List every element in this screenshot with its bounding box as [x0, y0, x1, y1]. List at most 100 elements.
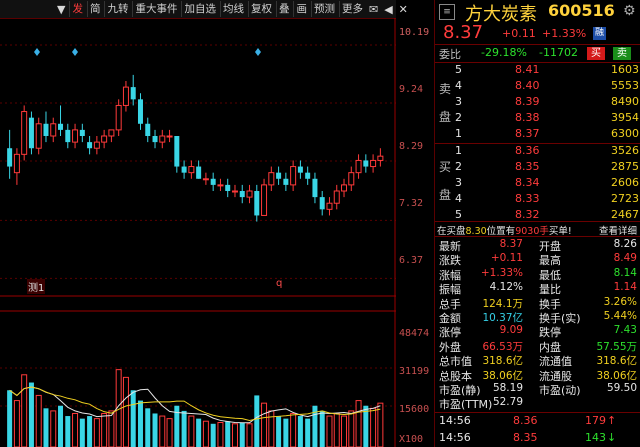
candle-body: [50, 123, 57, 137]
weibi-label: 委比: [439, 48, 461, 61]
volume-bar: [101, 412, 108, 447]
order-level: 1: [455, 144, 462, 157]
candle-body: [246, 190, 253, 198]
volume-ma-line: [9, 386, 381, 424]
large-order-notice[interactable]: 在买盘8.30位置有9030手买单!: [437, 223, 572, 237]
sell-button[interactable]: 卖: [613, 47, 631, 60]
candle-body: [122, 86, 129, 106]
stat-value: 8.26: [613, 238, 637, 250]
toolbar-button-predict[interactable]: 预测: [310, 1, 337, 17]
quote-panel: ≡ 方大炭素 600516 ⚙ 8.37 +0.11 +1.33% 融 委比 -…: [434, 0, 640, 447]
sell-order-row[interactable]: 1 8.37 6300: [435, 127, 640, 143]
chart-toolbar: ▼ 发 简 九转 重大事件 加自选 均线 复权 叠 画 预测 更多 ✉ ◀ ✕: [0, 0, 408, 19]
buy-button[interactable]: 买: [587, 47, 605, 60]
volume-bar: [50, 410, 57, 447]
buy-order-row[interactable]: 2 8.35 2875: [435, 160, 640, 176]
candle-body: [196, 166, 202, 179]
candle-body: [166, 135, 173, 138]
marker-label[interactable]: 测1: [27, 279, 46, 294]
toolbar-button-jiuzhuan[interactable]: 九转: [104, 1, 130, 17]
candle-body: [283, 178, 289, 185]
order-volume: 5553: [611, 79, 639, 92]
volume-bar: [181, 410, 187, 447]
marker-label[interactable]: q: [276, 278, 282, 289]
sell-order-row[interactable]: 5 8.41 1603: [435, 63, 640, 79]
stat-value: 8.14: [613, 266, 637, 279]
volume-axis-label: 31199: [399, 366, 430, 377]
toolbar-button-ma[interactable]: 均线: [219, 1, 246, 17]
volume-bar: [188, 415, 195, 447]
toolbar-button-overlay[interactable]: 叠: [275, 1, 292, 17]
candle-body: [355, 159, 362, 174]
toolbar-button-jian[interactable]: 简: [86, 1, 103, 17]
close-icon[interactable]: ✕: [396, 3, 411, 16]
sell-order-row[interactable]: 3 8.39 8490: [435, 95, 640, 111]
event-marker-icon: [72, 48, 78, 56]
order-price: 8.36: [515, 144, 540, 157]
toolbar-button-more[interactable]: 更多: [338, 1, 365, 17]
email-icon[interactable]: ✉: [366, 3, 381, 16]
order-level: 3: [455, 176, 462, 189]
order-volume: 2606: [611, 176, 639, 189]
sell-order-row[interactable]: 4 8.40 5553: [435, 79, 640, 95]
tick-direction-icon: ↑: [607, 414, 617, 427]
view-details-link[interactable]: 查看详细: [599, 223, 637, 237]
volume-bar: [370, 407, 377, 447]
volume-bar: [137, 400, 143, 447]
stat-row: 市盈(TTM) 52.79: [435, 396, 640, 411]
volume-bar: [348, 410, 355, 447]
order-level: 2: [455, 111, 462, 124]
toolbar-button-draw[interactable]: 画: [293, 1, 309, 17]
stat-value: 5.44%: [603, 310, 637, 322]
margin-badge: 融: [593, 27, 607, 40]
candle-body: [145, 123, 151, 136]
order-level: 5: [455, 63, 462, 76]
order-level: 2: [455, 160, 462, 173]
volume-bar: [210, 423, 216, 447]
toolbar-button-add-watchlist[interactable]: 加自选: [181, 1, 218, 17]
sell-order-row[interactable]: 2 8.38 3954: [435, 111, 640, 127]
order-level: 1: [455, 127, 462, 140]
buy-order-row[interactable]: 4 8.33 2723: [435, 192, 640, 208]
candle-body: [58, 123, 64, 130]
volume-bar: [239, 422, 245, 447]
candle-body: [130, 87, 136, 100]
volume-axis-label: 48474: [399, 328, 430, 339]
gear-icon[interactable]: ⚙: [623, 3, 636, 19]
volume-bar: [43, 408, 49, 447]
tick-volume: 179: [585, 414, 606, 427]
volume-bar: [21, 374, 28, 447]
volume-bar: [326, 415, 333, 447]
candle-body: [225, 184, 231, 191]
stat-row: 涨停 9.09 跌停 7.43: [435, 324, 640, 339]
buy-order-row[interactable]: 1 8.36 3526: [435, 144, 640, 160]
toolbar-button-adjust[interactable]: 复权: [247, 1, 274, 17]
order-volume: 2723: [611, 192, 639, 205]
volume-bar: [217, 422, 224, 447]
tick-volume: 143: [585, 431, 606, 444]
volume-bar: [254, 395, 260, 447]
candle-body: [370, 159, 377, 168]
order-price: 8.38: [515, 111, 540, 124]
candle-body: [13, 153, 20, 174]
volume-bar: [152, 413, 158, 447]
chevron-down-icon[interactable]: ▼: [54, 3, 68, 16]
volume-bar: [166, 418, 173, 447]
stat-value: 8.49: [613, 252, 637, 265]
candle-body: [377, 155, 384, 161]
weibi-value: -29.18%: [481, 46, 527, 59]
price-axis-label: 10.19: [399, 27, 430, 38]
kline-chart[interactable]: [0, 18, 396, 447]
tick-time: 14:56: [439, 431, 471, 444]
toolbar-button-fa[interactable]: 发: [69, 1, 85, 17]
candle-body: [348, 172, 355, 186]
volume-bar: [28, 382, 34, 447]
menu-icon[interactable]: ≡: [439, 4, 455, 20]
weicha-value: -11702: [539, 46, 578, 59]
buy-order-row[interactable]: 3 8.34 2606: [435, 176, 640, 192]
toolbar-button-major-events[interactable]: 重大事件: [132, 1, 179, 17]
stat-value: 38.06亿: [596, 369, 637, 382]
arrow-left-icon[interactable]: ◀: [381, 3, 395, 16]
order-volume: 8490: [611, 95, 639, 108]
candle-body: [65, 129, 71, 143]
